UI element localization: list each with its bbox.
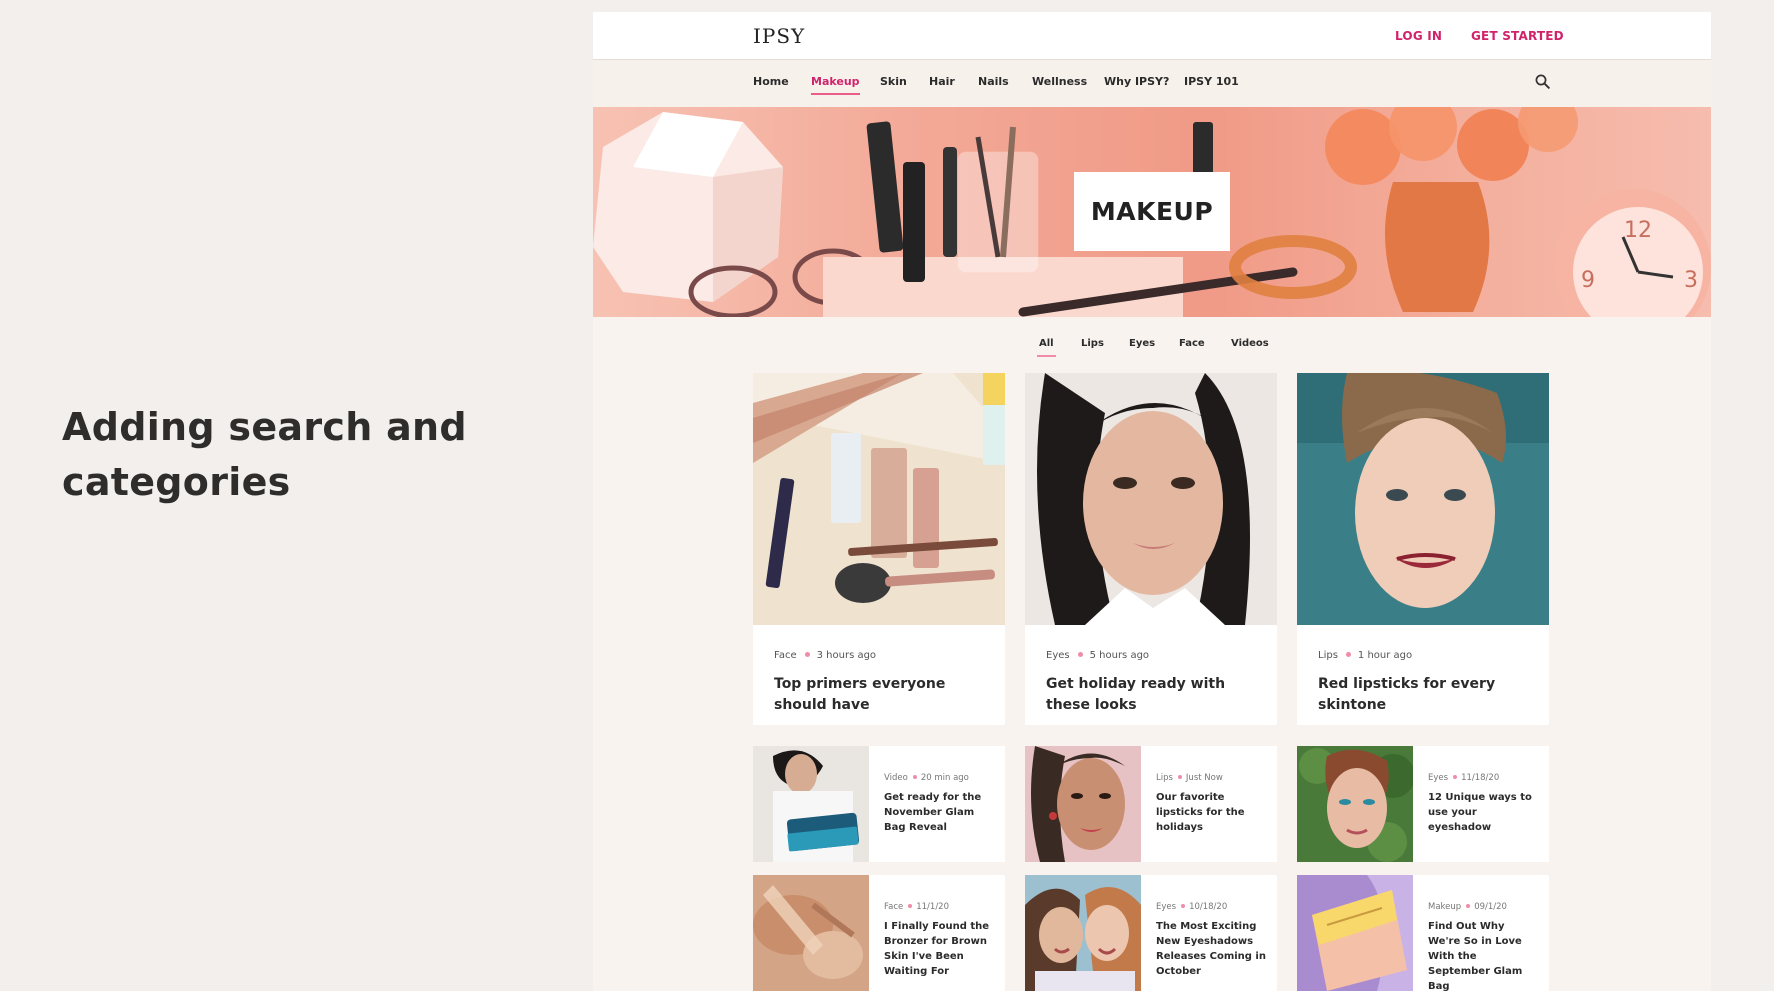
article-category: Video	[884, 773, 908, 783]
article-meta: Video 20 min ago	[884, 773, 969, 783]
card-category: Lips	[1318, 650, 1338, 661]
article-title: Get ready for the November Glam Bag Reve…	[884, 792, 982, 833]
tab-eyes[interactable]: Eyes	[1129, 338, 1155, 349]
nav-item-hair[interactable]: Hair	[929, 75, 955, 88]
main-nav: Home Makeup Skin Hair Nails Wellness Why…	[593, 60, 1711, 107]
article-image	[753, 746, 869, 862]
nav-item-why-ipsy[interactable]: Why IPSY?	[1104, 75, 1169, 88]
card-time: 1 hour ago	[1357, 650, 1413, 661]
card-meta: Face 3 hours ago	[774, 650, 876, 661]
article-card[interactable]: Face 11/1/20 I Finally Found the Bronzer …	[753, 875, 1005, 991]
svg-text:12: 12	[1624, 218, 1652, 243]
article-card[interactable]: Eyes 11/18/20 12 Unique ways to use your …	[1297, 746, 1549, 862]
card-image-red-lipsticks	[1297, 373, 1549, 625]
article-time: 11/1/20	[916, 902, 950, 912]
nav-item-ipsy-101[interactable]: IPSY 101	[1184, 75, 1239, 88]
nav-item-makeup[interactable]: Makeup	[811, 75, 860, 95]
card-meta: Lips 1 hour ago	[1318, 650, 1412, 661]
featured-card[interactable]: Lips 1 hour ago Red lipsticks for every s…	[1297, 373, 1549, 725]
hero-banner: 12 3 9 MAKEUP	[593, 107, 1711, 317]
article-category: Lips	[1156, 773, 1173, 783]
article-card[interactable]: Video 20 min ago Get ready for the Novemb…	[753, 746, 1005, 862]
dot-separator	[1453, 775, 1458, 779]
article-category: Eyes	[1156, 902, 1177, 912]
browser-page: IPSY LOG IN GET STARTED Home Makeup Skin…	[593, 12, 1711, 991]
article-category: Eyes	[1428, 773, 1449, 783]
card-image-holiday-looks	[1025, 373, 1277, 625]
article-time: Just Now	[1185, 773, 1223, 783]
svg-text:3: 3	[1684, 268, 1698, 293]
article-time: 20 min ago	[920, 773, 969, 783]
card-title: Red lipsticks for every skintone	[1318, 676, 1496, 713]
get-started-link[interactable]: GET STARTED	[1471, 29, 1564, 43]
article-card[interactable]: Makeup 09/1/20 Find Out Why We're So in L…	[1297, 875, 1549, 991]
featured-card[interactable]: Eyes 5 hours ago Get holiday ready with t…	[1025, 373, 1277, 725]
article-time: 09/1/20	[1474, 902, 1507, 912]
article-meta: Lips Just Now	[1156, 773, 1223, 783]
article-category: Face	[884, 902, 904, 912]
dot-separator	[908, 904, 913, 908]
article-title: I Finally Found the Bronzer for Brown Sk…	[884, 921, 990, 977]
card-meta: Eyes 5 hours ago	[1046, 650, 1149, 661]
article-meta: Makeup 09/1/20	[1428, 902, 1507, 912]
card-title: Top primers everyone should have	[774, 676, 946, 713]
dot-separator	[1181, 904, 1186, 908]
dot-separator	[1345, 652, 1351, 657]
slide-title: Adding search and categories	[62, 405, 467, 504]
nav-item-home[interactable]: Home	[753, 75, 789, 88]
dot-separator	[1466, 904, 1471, 908]
nav-item-nails[interactable]: Nails	[978, 75, 1009, 88]
tab-all[interactable]: All	[1037, 338, 1056, 357]
article-time: 10/18/20	[1189, 902, 1228, 912]
article-title: Find Out Why We're So in Love With the S…	[1428, 921, 1523, 991]
article-image	[1025, 875, 1141, 991]
card-image-primers	[753, 373, 1005, 625]
article-meta: Eyes 11/18/20	[1428, 773, 1499, 783]
top-header: IPSY LOG IN GET STARTED	[593, 12, 1711, 60]
tab-lips[interactable]: Lips	[1081, 338, 1104, 349]
article-card[interactable]: Lips Just Now Our favorite lipsticks for …	[1025, 746, 1277, 862]
search-icon[interactable]	[1534, 73, 1552, 91]
card-title: Get holiday ready with these looks	[1046, 676, 1226, 713]
article-title: Our favorite lipsticks for the holidays	[1156, 792, 1245, 833]
card-category: Eyes	[1046, 650, 1070, 661]
article-image	[753, 875, 869, 991]
article-meta: Eyes 10/18/20	[1156, 902, 1227, 912]
article-card[interactable]: Eyes 10/18/20 The Most Exciting New Eyesh…	[1025, 875, 1277, 991]
article-time: 11/18/20	[1461, 773, 1500, 783]
dot-separator	[1077, 652, 1083, 657]
article-category: Makeup	[1428, 902, 1462, 912]
svg-text:9: 9	[1581, 268, 1595, 293]
article-image	[1297, 746, 1413, 862]
hero-title: MAKEUP	[1074, 172, 1230, 251]
article-title: 12 Unique ways to use your eyeshadow	[1428, 792, 1532, 833]
dot-separator	[804, 652, 810, 657]
ipsy-logo[interactable]: IPSY	[753, 24, 805, 48]
card-category: Face	[774, 650, 797, 661]
featured-card[interactable]: Face 3 hours ago Top primers everyone sho…	[753, 373, 1005, 725]
article-image	[1025, 746, 1141, 862]
card-time: 3 hours ago	[816, 650, 877, 661]
dot-separator	[912, 775, 917, 779]
login-link[interactable]: LOG IN	[1395, 29, 1442, 43]
dot-separator	[1177, 775, 1182, 779]
tab-videos[interactable]: Videos	[1231, 338, 1269, 349]
card-time: 5 hours ago	[1089, 650, 1150, 661]
article-title: The Most Exciting New Eyeshadows Release…	[1156, 921, 1266, 977]
article-image	[1297, 875, 1413, 991]
article-meta: Face 11/1/20	[884, 902, 949, 912]
nav-item-skin[interactable]: Skin	[880, 75, 907, 88]
tab-face[interactable]: Face	[1179, 338, 1205, 349]
nav-item-wellness[interactable]: Wellness	[1032, 75, 1087, 88]
